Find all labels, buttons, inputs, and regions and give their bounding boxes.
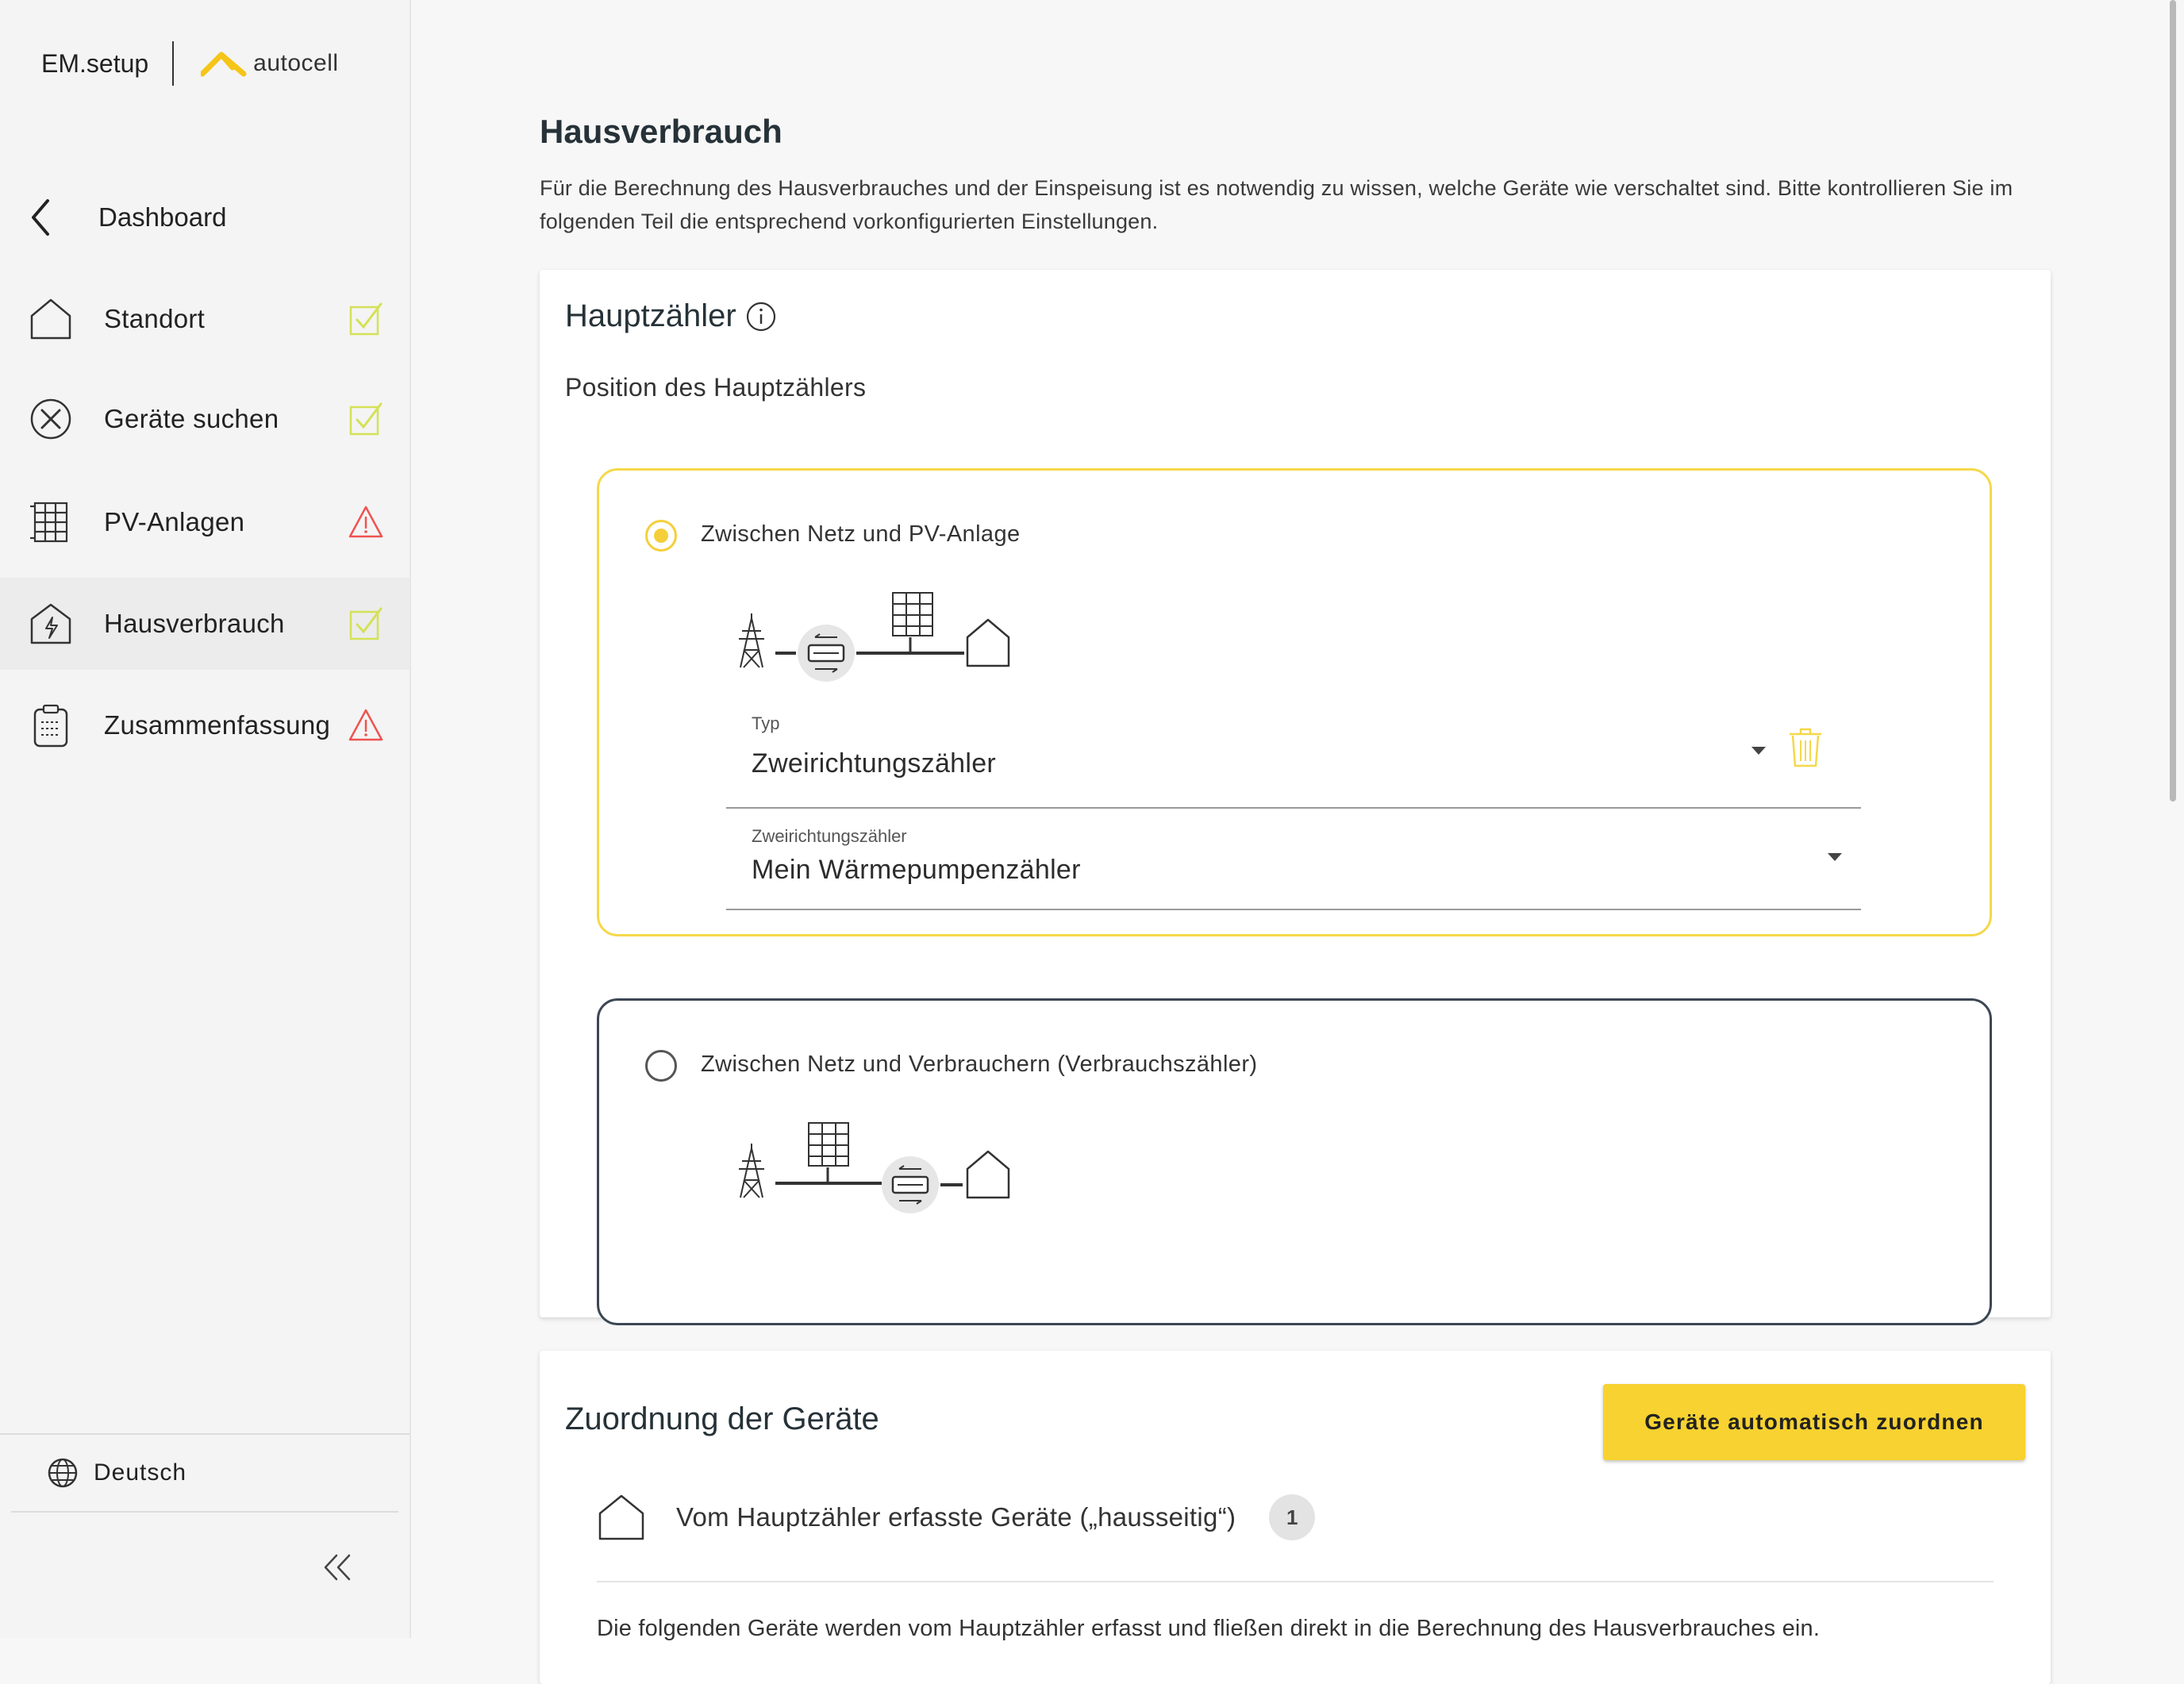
sidebar-item-hausverbrauch[interactable]: Hausverbrauch [0,578,410,670]
house-energy-icon [30,603,71,644]
power-tower-icon [739,1144,764,1198]
meter-position-option-grid-pv[interactable]: Zwischen Netz und PV-Anlage Typ Zweirich… [597,468,1992,936]
solar-panel-icon [892,592,933,636]
collapse-sidebar-icon[interactable] [319,1549,356,1586]
sidebar-item-pv-anlagen[interactable]: PV-Anlagen [0,476,410,568]
dashboard-back-link[interactable]: Dashboard [29,195,226,240]
check-icon [349,302,383,336]
sidebar-item-geraete-suchen[interactable]: Geräte suchen [0,373,410,465]
info-icon[interactable] [744,300,778,333]
sidebar-item-label: Zusammenfassung [104,710,331,740]
position-label: Position des Hauptzählers [565,373,867,402]
wiring-diagram-grid-meter-pv-house [739,592,1010,682]
app-name: EM.setup [41,48,149,78]
house-side-label: Vom Hauptzähler erfasste Geräte („hausse… [676,1502,1236,1532]
house-icon [30,298,71,340]
sidebar-item-zusammenfassung[interactable]: Zusammenfassung [0,679,410,771]
power-tower-icon [739,613,764,668]
divider [11,1511,398,1513]
clipboard-icon [33,704,68,748]
option-label: Zwischen Netz und Verbrauchern (Verbrauc… [701,1052,1258,1077]
type-value: Zweirichtungszähler [752,748,997,779]
divider [597,1581,1994,1582]
meter-select-value: Mein Wärmepumpenzähler [752,855,1081,885]
auto-assign-button[interactable]: Geräte automatisch zuordnen [1603,1384,2025,1460]
sidebar-item-label: Geräte suchen [104,404,279,433]
autocell-logo: autocell [201,50,338,77]
check-icon [349,607,383,640]
sidebar-item-label: PV-Anlagen [104,507,245,536]
meter-select-label: Zweirichtungszähler [752,826,907,846]
house-icon [966,618,1010,667]
assignment-title: Zuordnung der Geräte [565,1401,879,1436]
scrollbar-thumb[interactable] [2170,0,2176,802]
sidebar-item-standort[interactable]: Standort [0,273,410,365]
language-selector[interactable]: Deutsch [0,1433,410,1511]
type-label: Typ [752,713,780,733]
chevron-down-icon [1828,853,1842,861]
warning-icon [348,709,383,741]
solar-panel-icon [808,1122,849,1167]
radio-selected[interactable] [645,520,677,552]
radio-unselected[interactable] [645,1050,677,1082]
main-meter-title: Hauptzähler [565,298,778,334]
company-name: autocell [253,50,339,76]
brand: EM.setup autocell [41,41,339,86]
page-description: Für die Berechnung des Hausverbrauches u… [540,176,2013,233]
main-meter-card: Hauptzähler Position des Hauptzählers Zw… [540,270,2051,1325]
bidirectional-meter-icon [882,1156,939,1213]
solar-panel-icon [30,502,68,543]
count-badge: 1 [1269,1494,1316,1540]
check-icon [349,402,383,436]
wiring-diagram-grid-pv-meter-house [739,1122,1010,1213]
house-icon [966,1150,1010,1199]
sidebar: EM.setup autocell Dashboard Standort Ger… [0,0,411,1638]
device-assignment-card: Zuordnung der Geräte Geräte automatisch … [540,1351,2051,1684]
language-label: Deutsch [94,1459,187,1486]
sidebar-item-label: Hausverbrauch [104,609,285,638]
warning-icon [348,506,383,538]
brand-divider [172,41,175,86]
meter-type-select[interactable]: Typ Zweirichtungszähler [726,706,1861,809]
chevron-left-icon [32,199,49,236]
assignment-note: Die folgenden Geräte werden vom Hauptzäh… [597,1616,1821,1641]
main-meter-title-text: Hauptzähler [565,298,736,333]
option-label: Zwischen Netz und PV-Anlage [701,521,1021,547]
meter-device-select[interactable]: Zweirichtungszähler Mein Wärmepumpenzähl… [726,818,1861,910]
autocell-logo-icon [201,52,247,77]
meter-position-option-grid-consumers[interactable]: Zwischen Netz und Verbrauchern (Verbrauc… [597,998,1992,1325]
bidirectional-meter-icon [798,625,855,682]
trash-icon[interactable] [1786,726,1824,769]
chevron-down-icon [1751,747,1766,755]
house-side-devices-row[interactable]: Vom Hauptzähler erfasste Geräte („hausse… [597,1489,1316,1546]
sidebar-item-label: Standort [104,304,206,333]
dashboard-label: Dashboard [98,202,227,232]
tools-icon [30,398,71,440]
page-title: Hausverbrauch [540,113,782,150]
house-icon [598,1494,644,1540]
globe-icon [48,1458,78,1488]
